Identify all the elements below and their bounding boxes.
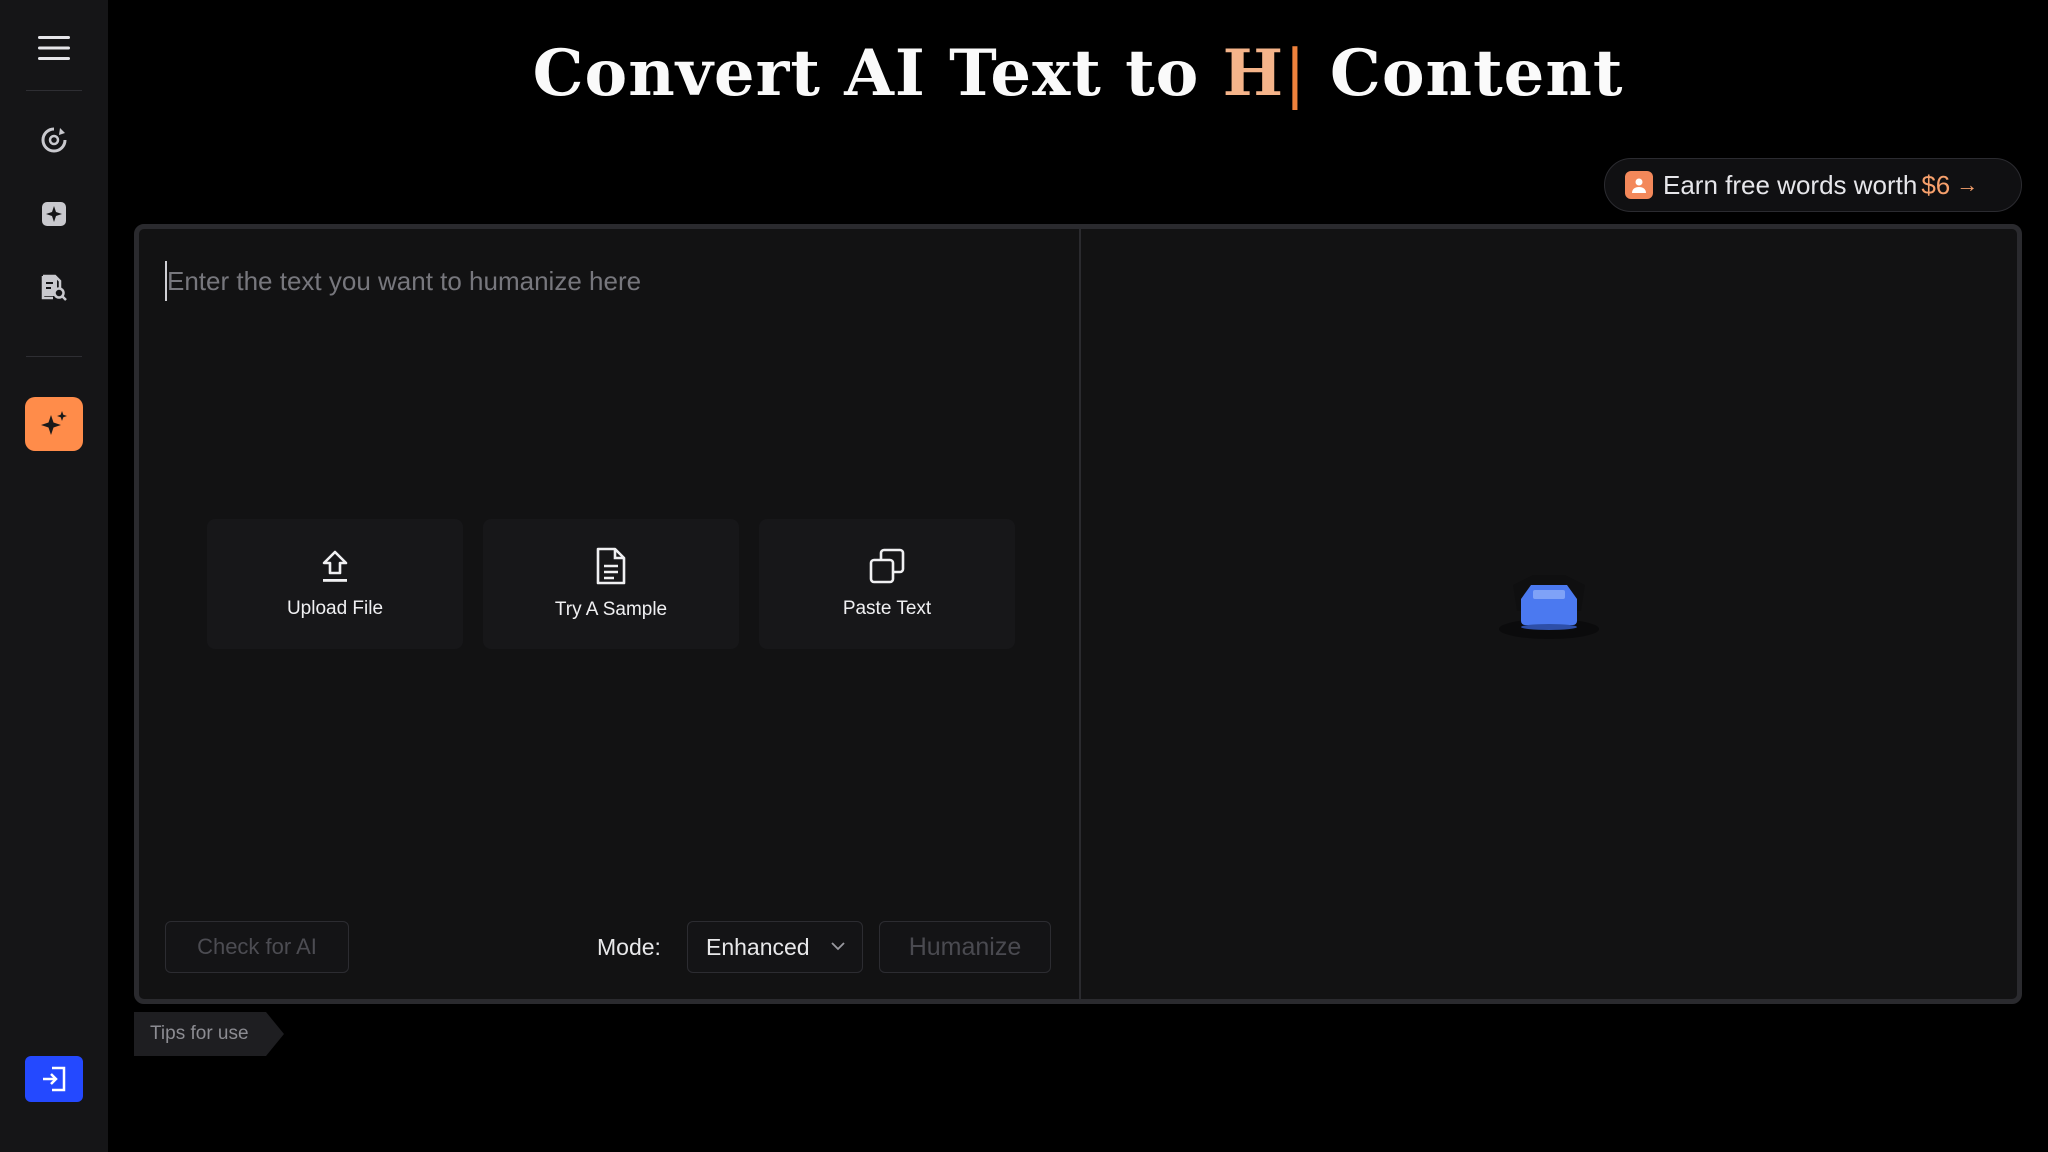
mode-value: Enhanced bbox=[706, 933, 810, 960]
try-sample-label: Try A Sample bbox=[554, 599, 668, 620]
upload-icon bbox=[322, 550, 348, 582]
sidebar bbox=[0, 0, 108, 1152]
document-icon bbox=[596, 547, 626, 585]
tips-label: Tips for use bbox=[150, 1023, 249, 1044]
mode-select[interactable]: Enhanced bbox=[687, 921, 863, 973]
input-pane: Upload File Try A Sample Paste Text Chec… bbox=[139, 229, 1081, 999]
paste-text-label: Paste Text bbox=[842, 598, 932, 619]
title-part1: Convert AI Text to bbox=[532, 36, 1223, 111]
earn-free-words-button[interactable]: Earn free words worth $6 → bbox=[1604, 158, 2022, 212]
referral-icon bbox=[1625, 171, 1653, 199]
humanize-button[interactable]: Humanize bbox=[879, 921, 1051, 973]
sidebar-divider bbox=[26, 90, 82, 91]
title-highlight: H bbox=[1222, 36, 1285, 111]
title-typing-caret: | bbox=[1284, 37, 1307, 111]
arrow-right-icon: → bbox=[1956, 172, 1979, 197]
try-sample-button[interactable]: Try A Sample bbox=[483, 519, 739, 649]
sparkles-icon bbox=[41, 411, 67, 435]
menu-icon bbox=[38, 36, 70, 60]
sidebar-item-ai-detector[interactable] bbox=[24, 260, 84, 316]
humanize-label: Humanize bbox=[908, 932, 1022, 961]
sparkle-box-icon bbox=[42, 202, 66, 226]
sidebar-item-rewrite[interactable] bbox=[24, 112, 84, 168]
login-icon bbox=[43, 1066, 66, 1092]
menu-button[interactable] bbox=[24, 20, 84, 76]
check-for-ai-button[interactable]: Check for AI bbox=[165, 921, 349, 973]
input-actions: Upload File Try A Sample Paste Text bbox=[207, 519, 1015, 649]
copy-icon bbox=[869, 548, 905, 584]
title-part2: Content bbox=[1306, 36, 1624, 111]
document-search-icon bbox=[41, 274, 67, 301]
empty-box-icon bbox=[1499, 575, 1599, 639]
sidebar-item-ai-tools[interactable] bbox=[24, 186, 84, 242]
paste-text-button[interactable]: Paste Text bbox=[759, 519, 1015, 649]
output-pane bbox=[1083, 229, 2017, 999]
earn-label: Earn free words worth bbox=[1663, 169, 1918, 200]
sidebar-divider bbox=[26, 356, 82, 357]
tips-for-use-tab[interactable]: Tips for use bbox=[134, 1012, 284, 1056]
login-button[interactable] bbox=[25, 1056, 83, 1102]
refresh-cycle-icon bbox=[41, 127, 67, 153]
earn-amount: $6 bbox=[1921, 169, 1951, 200]
check-for-ai-label: Check for AI bbox=[197, 934, 317, 959]
page-title: Convert AI Text to H| Content bbox=[108, 36, 2048, 111]
upload-file-label: Upload File bbox=[286, 598, 384, 619]
mode-label: Mode: bbox=[597, 933, 661, 960]
humanizer-panel: Upload File Try A Sample Paste Text Chec… bbox=[134, 224, 2022, 1004]
chevron-down-icon bbox=[831, 942, 845, 951]
humanize-text-input[interactable] bbox=[165, 261, 1045, 301]
sidebar-item-humanizer[interactable] bbox=[25, 397, 83, 451]
upload-file-button[interactable]: Upload File bbox=[207, 519, 463, 649]
